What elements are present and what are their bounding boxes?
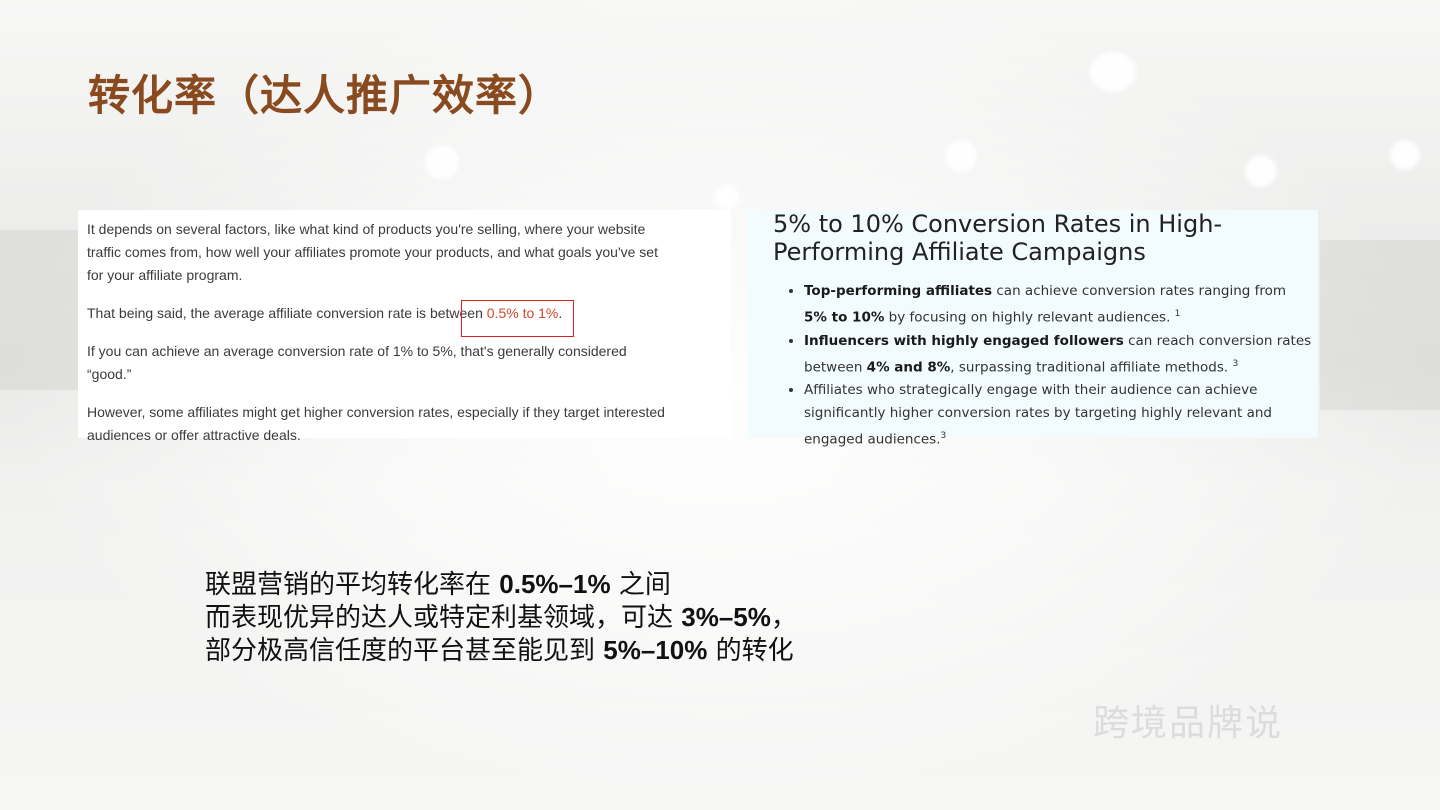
- excerpt-paragraph-2: That being said, the average affiliate c…: [87, 302, 667, 325]
- summary-segment: 之间: [610, 570, 671, 600]
- card-heading: 5% to 10% Conversion Rates in High- Perf…: [773, 210, 1298, 266]
- summary-segment: 的转化: [707, 636, 794, 666]
- footnote-ref: 3: [1232, 358, 1239, 369]
- bullet-text: can reach conversion rates: [1123, 332, 1312, 349]
- bullet-bold: 4% and 8%: [866, 359, 951, 375]
- background-light: [425, 145, 459, 179]
- summary-figure: 5%–10%: [603, 635, 708, 665]
- bullet-text: can achieve conversion rates ranging fro…: [992, 283, 1287, 299]
- summary-line: 而表现优异的达人或特定利基领域，可达 3%–5%，: [205, 601, 797, 634]
- bullet-text: Affiliates who strategically engage with…: [804, 382, 1258, 398]
- highlight-box: [461, 300, 574, 337]
- background-light: [1390, 140, 1420, 170]
- summary-text: 联盟营销的平均转化率在 0.5%–1% 之间 而表现优异的达人或特定利基领域，可…: [205, 568, 797, 667]
- bullet-text: significantly higher conversion rates by…: [804, 405, 1272, 421]
- bullet-item: Influencers with highly engaged follower…: [804, 330, 1311, 380]
- watermark: 跨境品牌说: [1093, 703, 1284, 744]
- background-light: [1090, 52, 1136, 92]
- bullet-text: between: [804, 359, 867, 375]
- background-light: [945, 140, 977, 172]
- card-heading-line: Performing Affiliate Campaigns: [773, 238, 1146, 266]
- bullet-item: Affiliates who strategically engage with…: [804, 379, 1298, 452]
- bullet-item: Top-performing affiliates can achieve co…: [804, 280, 1298, 330]
- summary-line: 部分极高信任度的平台甚至能见到 5%–10% 的转化: [205, 634, 797, 667]
- excerpt-paragraph-1: It depends on several factors, like what…: [87, 221, 658, 283]
- summary-segment: ，: [770, 603, 797, 633]
- background-shape: [1320, 240, 1440, 410]
- bullet-bold: 5% to 10%: [804, 309, 885, 326]
- summary-segment: 部分极高信任度的平台甚至能见到: [205, 636, 604, 666]
- bullet-bold: Top-performing affiliates: [804, 283, 993, 299]
- bullet-text: , surpassing traditional affiliate metho…: [950, 359, 1229, 375]
- background-light: [1245, 155, 1277, 187]
- summary-segment: 联盟营销的平均转化率在: [205, 570, 500, 600]
- bullet-bold: Influencers with highly engaged follower…: [804, 332, 1124, 349]
- bullet-list: Top-performing affiliates can achieve co…: [773, 280, 1311, 452]
- summary-line: 联盟营销的平均转化率在 0.5%–1% 之间: [205, 568, 797, 601]
- background-light: [715, 185, 739, 209]
- excerpt-paragraph-4: However, some affiliates might get highe…: [87, 404, 665, 443]
- article-excerpt-card: It depends on several factors, like what…: [78, 210, 731, 443]
- footnote-ref: 3: [940, 431, 947, 441]
- excerpt-paragraph-3: If you can achieve an average conversion…: [87, 343, 627, 382]
- slide-title: 转化率（达人推广效率）: [88, 71, 562, 120]
- excerpt-text: That being said, the average affiliate c…: [87, 305, 487, 321]
- bullet-text: by focusing on highly relevant audiences…: [884, 309, 1171, 326]
- card-heading-line: 5% to 10% Conversion Rates in High-: [773, 210, 1223, 238]
- bullet-text: engaged audiences.: [804, 431, 941, 448]
- summary-figure: 3%–5%: [681, 602, 771, 632]
- footnote-ref: 1: [1174, 309, 1181, 319]
- summary-segment: 而表现优异的达人或特定利基领域，可达: [205, 603, 682, 633]
- conversion-rates-card: 5% to 10% Conversion Rates in High- Perf…: [748, 210, 1318, 448]
- summary-figure: 0.5%–1%: [499, 569, 611, 599]
